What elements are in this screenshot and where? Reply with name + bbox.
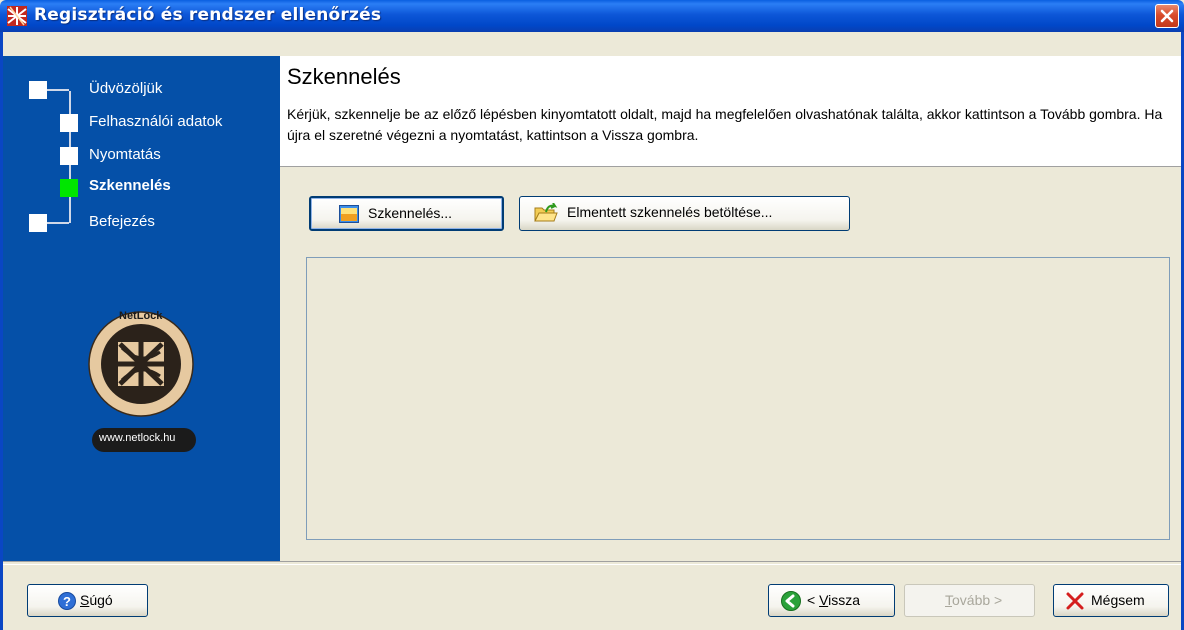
step-1-connector <box>47 89 69 91</box>
load-saved-scan-label: Elmentett szkennelés betöltése... <box>567 204 773 220</box>
page-title: Szkennelés <box>287 64 401 89</box>
close-icon <box>1160 9 1174 23</box>
cancel-x-icon <box>1066 592 1084 610</box>
wizard-sidebar: Üdvözöljük Felhasználói adatok Nyomtatás… <box>3 56 280 561</box>
back-button[interactable]: < Vissza <box>768 584 895 617</box>
step-5-connector <box>47 222 69 224</box>
step-4-indicator-active <box>60 179 78 197</box>
scan-preview-area <box>306 257 1170 540</box>
load-saved-scan-button[interactable]: Elmentett szkennelés betöltése... <box>519 196 850 231</box>
netlock-url-badge: www.netlock.hu <box>99 432 176 444</box>
step-4-label: Szkennelés <box>89 177 171 194</box>
next-button-label: Tovább > <box>945 592 1003 608</box>
step-5-indicator <box>29 214 47 232</box>
close-button[interactable] <box>1155 4 1179 28</box>
footer-divider <box>3 561 1181 565</box>
cancel-button[interactable]: Mégsem <box>1053 584 1169 617</box>
page-description: Kérjük, szkennelje be az előző lépésben … <box>287 106 1163 143</box>
page-header: Szkennelés Kérjük, szkennelje be az előz… <box>280 56 1181 167</box>
step-2-indicator <box>60 114 78 132</box>
open-folder-icon <box>534 203 558 222</box>
step-3-label: Nyomtatás <box>89 146 161 163</box>
scan-button-label: Szkennelés... <box>368 205 453 221</box>
svg-text:?: ? <box>63 594 71 609</box>
step-1-label: Üdvözöljük <box>89 80 163 97</box>
scan-button[interactable]: Szkennelés... <box>309 196 504 231</box>
back-button-label: < Vissza <box>807 592 861 608</box>
title-bar[interactable]: Regisztráció és rendszer ellenőrzés <box>0 0 1184 32</box>
netlock-seal-title: NetLock <box>119 310 163 322</box>
next-button[interactable]: Tovább > <box>904 584 1035 617</box>
back-arrow-icon <box>781 591 801 611</box>
window-title: Regisztráció és rendszer ellenőrzés <box>34 5 382 25</box>
step-5-label: Befejezés <box>89 213 155 230</box>
cancel-button-label: Mégsem <box>1091 592 1145 608</box>
scanner-window-icon <box>339 205 359 223</box>
step-3-indicator <box>60 147 78 165</box>
help-icon: ? <box>58 592 76 610</box>
help-button-label: Súgó <box>80 592 113 608</box>
netlock-app-icon <box>7 6 27 26</box>
help-button[interactable]: ? Súgó <box>27 584 148 617</box>
step-1-indicator <box>29 81 47 99</box>
step-2-label: Felhasználói adatok <box>89 113 223 130</box>
